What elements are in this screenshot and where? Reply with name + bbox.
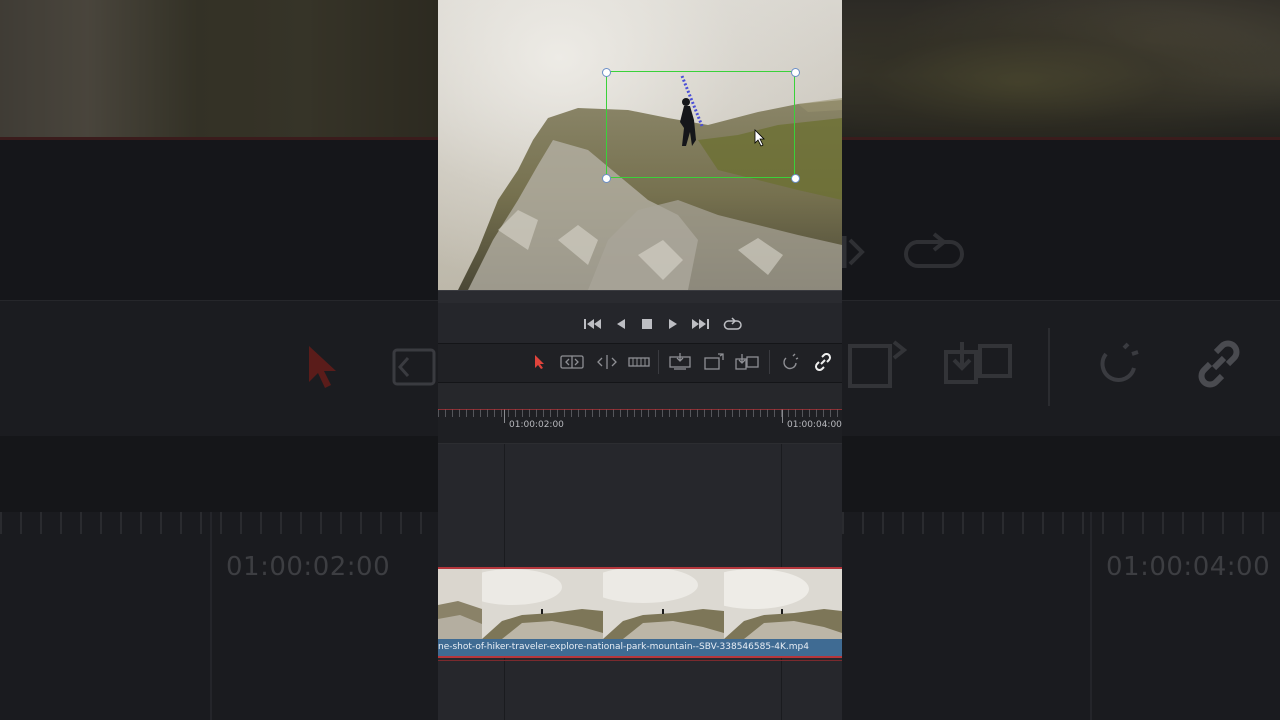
ghost-trim-icon xyxy=(392,348,436,386)
timecode-label: 01:00:02:00 xyxy=(509,420,564,430)
background-photo-blur xyxy=(842,0,1280,137)
replace-clip-button[interactable] xyxy=(734,349,760,375)
stop-button[interactable] xyxy=(635,312,659,336)
linked-selection-toggle[interactable] xyxy=(810,349,836,375)
play-icon xyxy=(669,319,677,329)
loop-icon xyxy=(723,317,742,330)
ghost-skip-end-icon xyxy=(842,236,865,268)
background-left-blur: 01:00:02:00 xyxy=(0,0,438,720)
snapping-toggle[interactable] xyxy=(778,349,804,375)
blade-tool-button[interactable] xyxy=(626,349,652,375)
mouse-cursor-icon xyxy=(754,129,765,147)
background-photo-blur xyxy=(0,0,438,137)
stop-icon xyxy=(642,319,652,329)
clip-filename-label: ne-shot-of-hiker-traveler-explore-nation… xyxy=(438,639,842,656)
trim-icon xyxy=(560,355,584,369)
link-icon xyxy=(814,353,832,371)
skip-to-end-icon xyxy=(692,319,709,329)
transform-handle-bottom-right[interactable] xyxy=(791,174,800,183)
play-button[interactable] xyxy=(661,312,685,336)
insert-clip-icon xyxy=(669,353,691,370)
dynamic-trim-icon xyxy=(597,355,617,369)
skip-to-start-icon xyxy=(584,319,601,329)
timecode-label: 01:00:04:00 xyxy=(787,420,842,430)
play-reverse-button[interactable] xyxy=(609,312,633,336)
ghost-swap-icon xyxy=(944,342,1012,384)
video-clip[interactable] xyxy=(438,569,842,639)
video-viewer[interactable] xyxy=(438,0,842,290)
dynamic-trim-button[interactable] xyxy=(594,349,620,375)
loop-button[interactable] xyxy=(721,312,745,336)
blade-icon xyxy=(628,357,650,367)
ghost-loop-icon xyxy=(904,232,964,268)
transform-handle-bottom-left[interactable] xyxy=(602,174,611,183)
editor-panel: 01:00:02:00 01:00:04:00 ne-shot-of-hiker… xyxy=(438,0,842,720)
ghost-link-icon xyxy=(1198,340,1240,388)
timeline-header xyxy=(438,383,842,409)
trim-tool-button[interactable] xyxy=(559,349,585,375)
overwrite-clip-button[interactable] xyxy=(701,349,727,375)
replace-clip-icon xyxy=(735,354,759,370)
ghost-pointer-icon xyxy=(309,346,336,388)
clip-thumbnail xyxy=(482,569,604,639)
snapping-magnet-icon xyxy=(783,353,799,370)
transform-handle-top-left[interactable] xyxy=(602,68,611,77)
ghost-snap-icon xyxy=(1100,342,1139,382)
overwrite-clip-icon xyxy=(704,353,724,370)
viewer-scrub-bar[interactable] xyxy=(438,290,842,303)
ghost-timecode-left: 01:00:02:00 xyxy=(226,552,391,582)
transform-bounding-box[interactable] xyxy=(606,71,795,178)
clip-thumbnail xyxy=(438,569,483,639)
transform-handle-top-right[interactable] xyxy=(791,68,800,77)
ghost-resize-icon xyxy=(848,340,908,388)
selection-arrow-icon xyxy=(535,355,544,369)
timeline-ruler[interactable] xyxy=(438,409,842,444)
clip-thumbnail xyxy=(603,569,725,639)
background-right-blur: 01:00:04:00 xyxy=(842,0,1280,720)
skip-to-start-button[interactable] xyxy=(581,312,605,336)
play-reverse-icon xyxy=(617,319,625,329)
selection-tool-button[interactable] xyxy=(527,349,553,375)
insert-clip-button[interactable] xyxy=(667,349,693,375)
ghost-timecode-right: 01:00:04:00 xyxy=(1106,552,1271,582)
clip-thumbnail xyxy=(724,569,842,639)
skip-to-end-button[interactable] xyxy=(688,312,712,336)
